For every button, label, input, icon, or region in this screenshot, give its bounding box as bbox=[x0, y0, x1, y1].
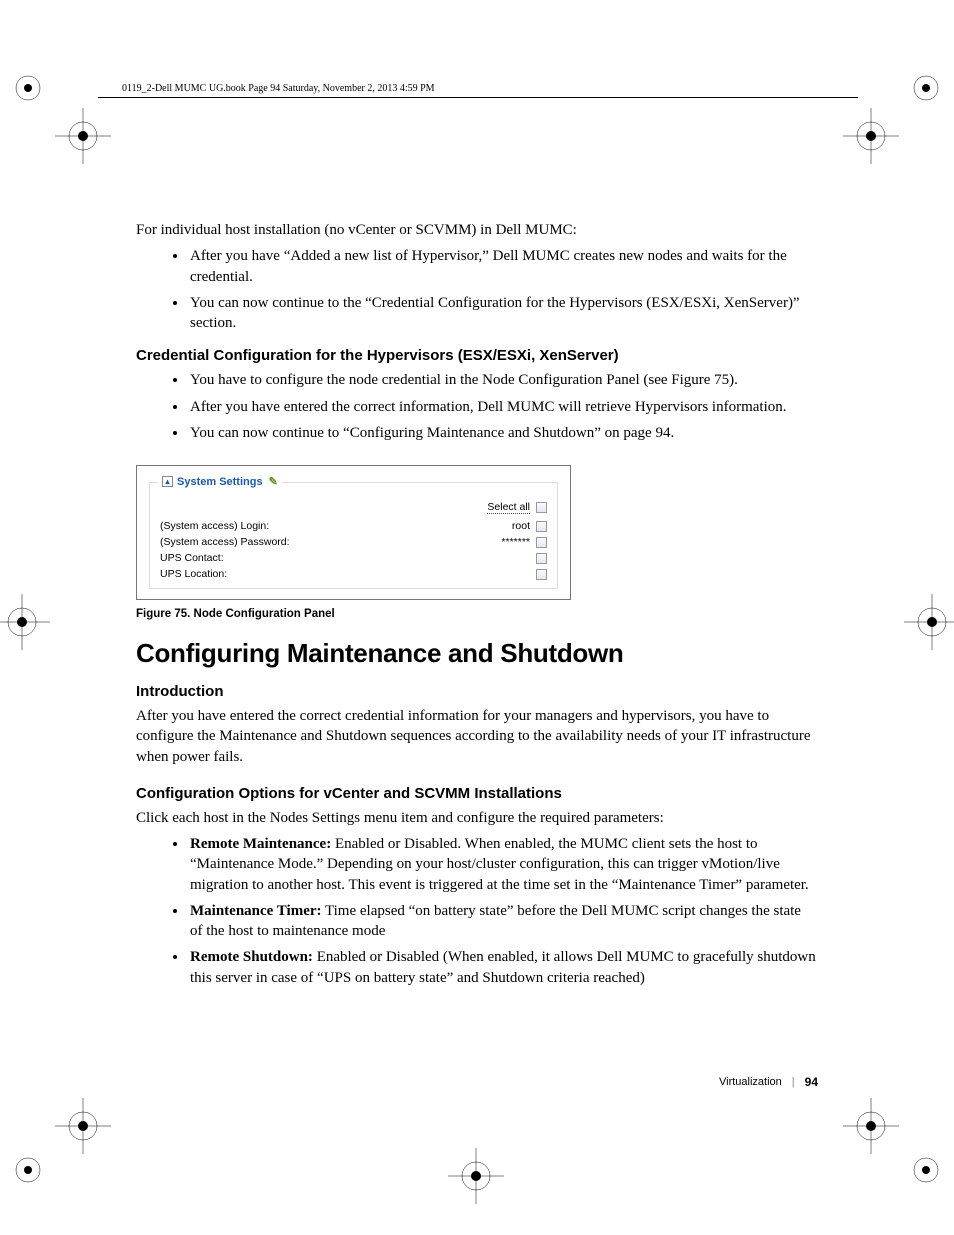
crop-mark-icon bbox=[904, 594, 954, 650]
value: root bbox=[512, 520, 530, 532]
heading-config-options: Configuration Options for vCenter and SC… bbox=[136, 785, 816, 802]
page-number: 94 bbox=[805, 1075, 818, 1089]
crop-mark-icon bbox=[843, 108, 899, 164]
intro-paragraph: For individual host installation (no vCe… bbox=[136, 220, 816, 240]
figure-caption: Figure 75. Node Configuration Panel bbox=[136, 608, 816, 620]
page-content: For individual host installation (no vCe… bbox=[136, 220, 816, 1002]
list-item: After you have “Added a new list of Hype… bbox=[188, 246, 816, 287]
row-checkbox[interactable] bbox=[536, 569, 547, 580]
system-settings-fieldset: ▴ System Settings ✎ Select all (System a… bbox=[149, 482, 558, 589]
heading-introduction: Introduction bbox=[136, 683, 816, 700]
list-item: Remote Shutdown: Enabled or Disabled (Wh… bbox=[188, 947, 816, 988]
footer-section: Virtualization bbox=[719, 1076, 782, 1088]
legend-text: System Settings bbox=[177, 476, 263, 488]
separator-icon: | bbox=[792, 1076, 795, 1088]
row-checkbox[interactable] bbox=[536, 553, 547, 564]
crop-mark-icon bbox=[8, 68, 48, 108]
row-ups-location: UPS Location: bbox=[160, 566, 547, 582]
list-item: You can now continue to the “Credential … bbox=[188, 293, 816, 334]
select-all-link[interactable]: Select all bbox=[487, 501, 530, 514]
label: (System access) Login: bbox=[160, 520, 506, 532]
collapse-icon[interactable]: ▴ bbox=[162, 476, 173, 487]
row-ups-contact: UPS Contact: bbox=[160, 550, 547, 566]
credential-bullets: You have to configure the node credentia… bbox=[136, 370, 816, 443]
row-checkbox[interactable] bbox=[536, 537, 547, 548]
label: UPS Contact: bbox=[160, 552, 524, 564]
crop-mark-icon bbox=[843, 1098, 899, 1154]
crop-mark-icon bbox=[906, 1150, 946, 1190]
crop-mark-icon bbox=[55, 1098, 111, 1154]
crop-mark-icon bbox=[55, 108, 111, 164]
row-checkbox[interactable] bbox=[536, 521, 547, 532]
intro-bullets: After you have “Added a new list of Hype… bbox=[136, 246, 816, 333]
label: UPS Location: bbox=[160, 568, 524, 580]
pencil-icon[interactable]: ✎ bbox=[269, 475, 278, 488]
list-item: After you have entered the correct infor… bbox=[188, 397, 816, 417]
crop-mark-icon bbox=[448, 1148, 504, 1204]
label: (System access) Password: bbox=[160, 536, 495, 548]
header-rule bbox=[98, 97, 858, 98]
figure-node-config-panel: ▴ System Settings ✎ Select all (System a… bbox=[136, 465, 571, 600]
list-item: You have to configure the node credentia… bbox=[188, 370, 816, 390]
heading-credential-config: Credential Configuration for the Hypervi… bbox=[136, 347, 816, 364]
row-password: (System access) Password: ******* bbox=[160, 534, 547, 550]
list-item: You can now continue to “Configuring Mai… bbox=[188, 423, 816, 443]
heading-configuring-maintenance: Configuring Maintenance and Shutdown bbox=[136, 638, 816, 669]
introduction-paragraph: After you have entered the correct crede… bbox=[136, 706, 816, 767]
select-all-checkbox[interactable] bbox=[536, 502, 547, 513]
crop-mark-icon bbox=[906, 68, 946, 108]
crop-mark-icon bbox=[8, 1150, 48, 1190]
config-options-bullets: Remote Maintenance: Enabled or Disabled.… bbox=[136, 834, 816, 988]
opts-lead: Click each host in the Nodes Settings me… bbox=[136, 808, 816, 828]
crop-mark-icon bbox=[0, 594, 50, 650]
list-item: Maintenance Timer: Time elapsed “on batt… bbox=[188, 901, 816, 942]
fieldset-legend[interactable]: ▴ System Settings ✎ bbox=[158, 475, 282, 488]
running-header: 0119_2-Dell MUMC UG.book Page 94 Saturda… bbox=[122, 83, 435, 94]
list-item: Remote Maintenance: Enabled or Disabled.… bbox=[188, 834, 816, 895]
value: ******* bbox=[501, 536, 530, 548]
page-footer: Virtualization | 94 bbox=[719, 1075, 818, 1089]
row-login: (System access) Login: root bbox=[160, 518, 547, 534]
